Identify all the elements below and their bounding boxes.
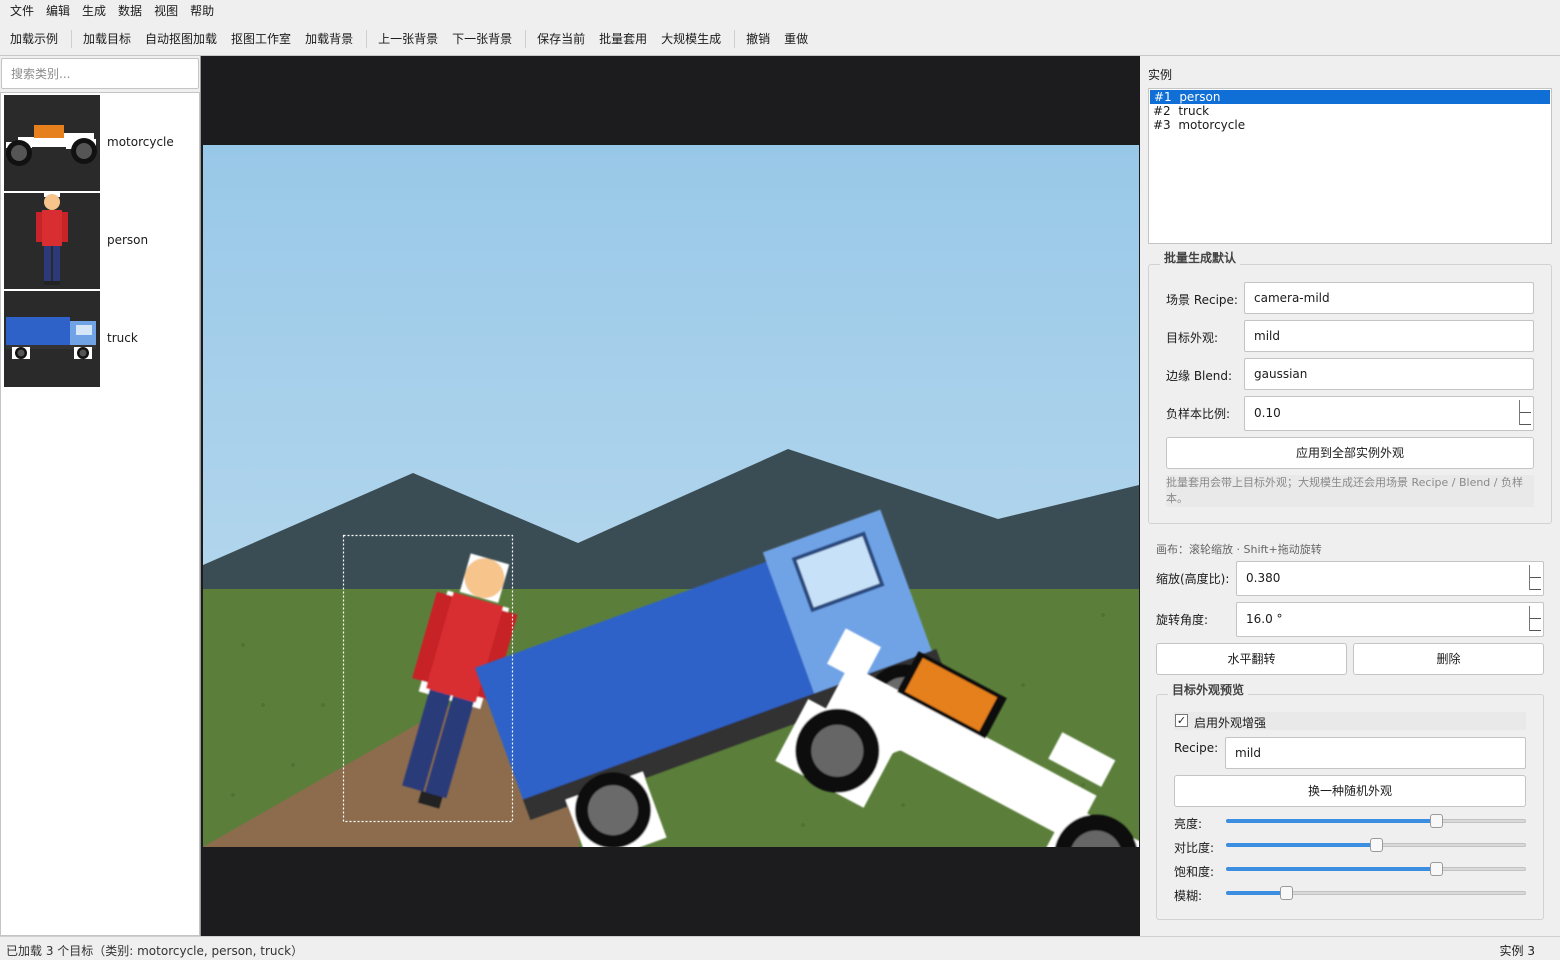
inspector-panel: 实例 #1 person #2 truck #3 motorcycle 批量生成… [1140, 56, 1560, 936]
spin-arrows-icon[interactable] [1529, 565, 1541, 590]
mass-generate-button[interactable]: 大规模生成 [655, 26, 727, 52]
auto-matting-load-button[interactable]: 自动抠图加载 [139, 26, 223, 52]
brightness-label: 亮度: [1174, 817, 1203, 831]
redo-button[interactable]: 重做 [778, 26, 814, 52]
slider-fill [1226, 867, 1436, 871]
status-message: 已加载 3 个目标（类别: motorcycle, person, truck） [6, 944, 304, 958]
status-bar: 已加载 3 个目标（类别: motorcycle, person, truck）… [0, 936, 1560, 960]
category-label: truck [107, 331, 138, 345]
canvas-hint-text: 画布：滚轮缩放 · Shift+拖动旋转 [1156, 543, 1322, 556]
truck-thumbnail-icon [4, 291, 100, 387]
load-target-button[interactable]: 加载目标 [77, 26, 137, 52]
slider-handle[interactable] [1430, 814, 1443, 828]
category-search-input[interactable] [1, 58, 199, 89]
negative-ratio-value: 0.10 [1254, 406, 1281, 420]
contrast-label: 对比度: [1174, 841, 1215, 855]
saturation-label: 饱和度: [1174, 865, 1215, 879]
menu-data[interactable]: 数据 [112, 0, 148, 23]
spin-arrows-icon[interactable] [1529, 606, 1541, 631]
blur-label: 模糊: [1174, 889, 1203, 903]
scene-preview[interactable] [203, 145, 1139, 847]
rotation-spinbox[interactable]: 16.0 ° [1236, 602, 1544, 637]
slider-fill [1226, 891, 1286, 895]
instances-title: 实例 [1148, 68, 1173, 82]
category-item-person[interactable]: person [4, 193, 198, 289]
saturation-slider[interactable] [1226, 861, 1526, 877]
edge-blend-label: 边缘 Blend: [1166, 369, 1233, 383]
instance-item-motorcycle[interactable]: #3 motorcycle [1149, 118, 1551, 132]
delete-button[interactable]: 删除 [1353, 643, 1544, 675]
enable-look-row[interactable]: ✓ 启用外观增强 [1174, 712, 1526, 730]
menu-file[interactable]: 文件 [4, 0, 40, 23]
instance-item-person[interactable]: #1 person [1150, 90, 1550, 104]
recipe-label: Recipe: [1174, 741, 1219, 755]
contrast-slider[interactable] [1226, 837, 1526, 853]
prev-background-button[interactable]: 上一张背景 [372, 26, 444, 52]
slider-handle[interactable] [1280, 886, 1293, 900]
negative-ratio-spinbox[interactable]: 0.10 [1244, 396, 1534, 431]
menubar: 文件 编辑 生成 数据 视图 帮助 [0, 0, 1560, 23]
enable-look-checkbox[interactable]: ✓ [1175, 714, 1188, 727]
blur-slider[interactable] [1226, 885, 1526, 901]
target-look-label: 目标外观: [1166, 331, 1219, 345]
enable-look-label: 启用外观增强 [1194, 716, 1267, 730]
menu-view[interactable]: 视图 [148, 0, 184, 23]
slider-handle[interactable] [1430, 862, 1443, 876]
toolbar-separator [734, 30, 736, 48]
edge-blend-field[interactable]: gaussian [1244, 358, 1534, 390]
load-background-button[interactable]: 加载背景 [299, 26, 359, 52]
scale-value: 0.380 [1246, 571, 1281, 585]
category-label: person [107, 233, 149, 247]
toolbar-separator [525, 30, 527, 48]
category-item-motorcycle[interactable]: motorcycle [4, 95, 198, 191]
category-item-truck[interactable]: truck [4, 291, 198, 387]
composition-canvas[interactable] [200, 56, 1140, 936]
flip-horizontal-button[interactable]: 水平翻转 [1156, 643, 1347, 675]
apply-to-all-button[interactable]: 应用到全部实例外观 [1166, 437, 1534, 469]
rotation-value: 16.0 ° [1246, 612, 1283, 626]
load-example-button[interactable]: 加载示例 [4, 26, 64, 52]
spin-arrows-icon[interactable] [1519, 400, 1531, 425]
slider-fill [1226, 843, 1376, 847]
menu-generate[interactable]: 生成 [76, 0, 112, 23]
look-preview-title: 目标外观预览 [1168, 681, 1249, 698]
scene-recipe-field[interactable]: camera-mild [1244, 282, 1534, 314]
category-label: motorcycle [107, 135, 174, 149]
undo-button[interactable]: 撤销 [740, 26, 776, 52]
recipe-field[interactable]: mild [1225, 737, 1526, 769]
toolbar-separator [366, 30, 368, 48]
instance-list: #1 person #2 truck #3 motorcycle [1148, 88, 1552, 244]
brightness-slider[interactable] [1226, 813, 1526, 829]
toolbar-separator [71, 30, 73, 48]
target-look-field[interactable]: mild [1244, 320, 1534, 352]
scale-label: 缩放(高度比): [1156, 572, 1230, 586]
toolbar: 加载示例 加载目标 自动抠图加载 抠图工作室 加载背景 上一张背景 下一张背景 … [0, 23, 1560, 56]
person-thumbnail-icon [4, 193, 100, 289]
menu-edit[interactable]: 编辑 [40, 0, 76, 23]
negative-ratio-label: 负样本比例: [1166, 407, 1231, 421]
instance-count: 实例 3 [1499, 944, 1535, 958]
slider-fill [1226, 819, 1436, 823]
next-background-button[interactable]: 下一张背景 [446, 26, 518, 52]
instance-item-truck[interactable]: #2 truck [1149, 104, 1551, 118]
random-look-button[interactable]: 换一种随机外观 [1174, 775, 1526, 807]
scene-recipe-label: 场景 Recipe: [1166, 293, 1238, 307]
motorcycle-thumbnail-icon [4, 95, 100, 191]
save-current-button[interactable]: 保存当前 [531, 26, 591, 52]
batch-hint-text: 批量套用会带上目标外观；大规模生成还会用场景 Recipe / Blend / … [1166, 475, 1534, 507]
batch-apply-button[interactable]: 批量套用 [593, 26, 653, 52]
batch-defaults-title: 批量生成默认 [1160, 249, 1241, 266]
slider-handle[interactable] [1370, 838, 1383, 852]
category-list: motorcycle person truck [0, 92, 200, 936]
menu-help[interactable]: 帮助 [184, 0, 220, 23]
scale-spinbox[interactable]: 0.380 [1236, 561, 1544, 596]
category-panel: motorcycle person [0, 56, 200, 936]
matting-studio-button[interactable]: 抠图工作室 [225, 26, 297, 52]
rotation-label: 旋转角度: [1156, 613, 1209, 627]
